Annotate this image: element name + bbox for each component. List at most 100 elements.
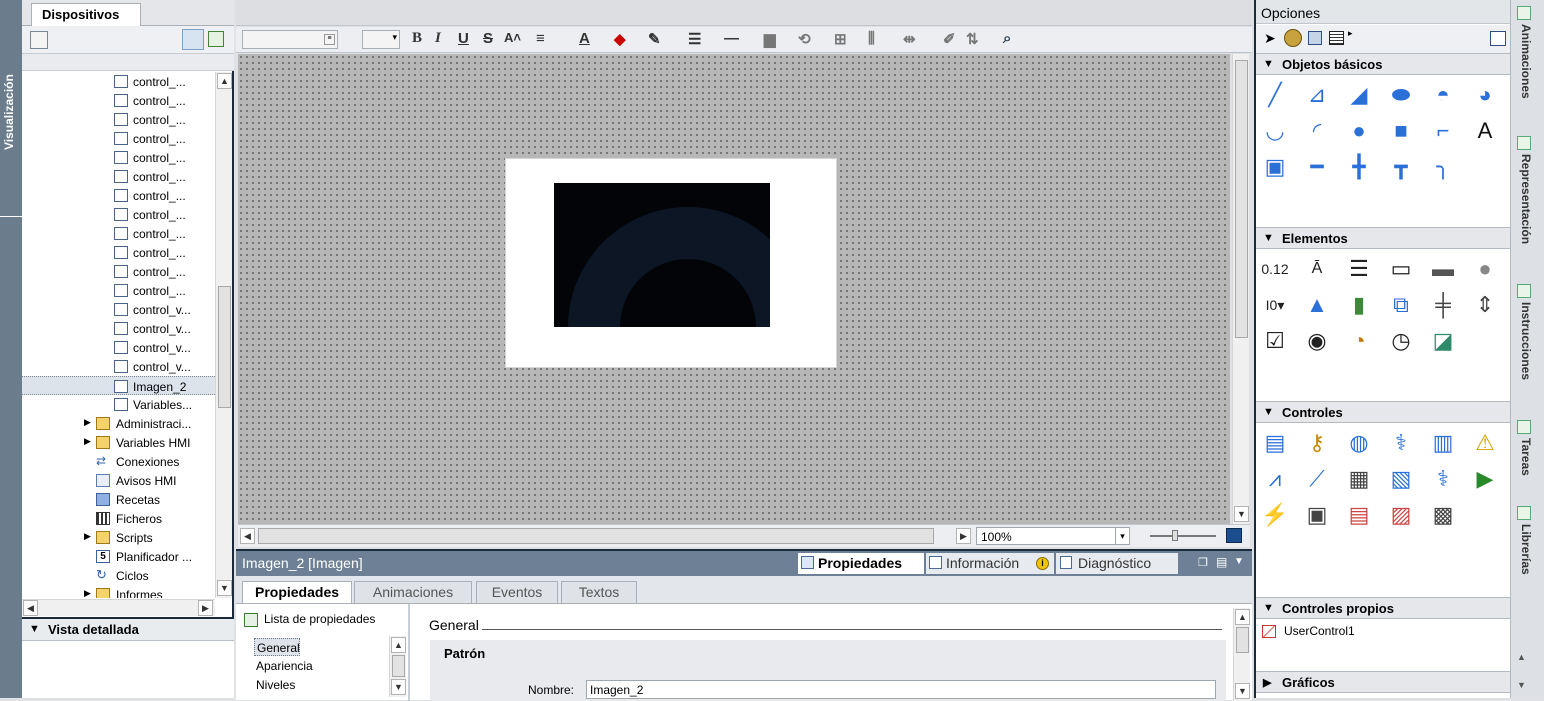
- chevron-down-icon[interactable]: ▼: [29, 623, 40, 635]
- export-icon[interactable]: [208, 31, 224, 47]
- rectangle-icon[interactable]: ■: [1386, 116, 1416, 146]
- tree-item[interactable]: control_...: [22, 262, 215, 281]
- property-list-button[interactable]: Lista de propiedades: [244, 612, 375, 627]
- expand-arrow-icon[interactable]: ▶: [84, 417, 91, 428]
- switch-icon[interactable]: I0▾: [1260, 290, 1290, 320]
- tree-folder[interactable]: ▶ Administraci...: [22, 414, 215, 433]
- screen-area[interactable]: [505, 158, 837, 368]
- scroll-thumb[interactable]: [258, 528, 934, 544]
- tab-devices[interactable]: Dispositivos: [31, 3, 141, 26]
- tree-folder[interactable]: Avisos HMI: [22, 471, 215, 490]
- table-icon[interactable]: [1329, 31, 1344, 45]
- rotate-icon[interactable]: ⟲: [798, 30, 811, 48]
- expand-arrow-icon[interactable]: ▶: [84, 436, 91, 447]
- screen-canvas[interactable]: [238, 54, 1230, 524]
- tab-libraries-card[interactable]: Librerías: [1519, 524, 1533, 575]
- trend-view-icon[interactable]: ⟋: [1302, 464, 1332, 494]
- polygon-icon[interactable]: ◢: [1344, 80, 1374, 110]
- menu-arrow-icon[interactable]: ▸: [1348, 28, 1353, 39]
- scroll-down-icon[interactable]: ▼: [1517, 680, 1526, 690]
- sm-viewer-icon[interactable]: ▣: [1302, 500, 1332, 530]
- center-icon[interactable]: ⊞: [834, 30, 847, 48]
- line-style-icon[interactable]: —: [724, 30, 739, 47]
- recipe-view-icon[interactable]: ▤: [1344, 500, 1374, 530]
- detail-view-header[interactable]: ▼ Vista detallada: [22, 619, 234, 641]
- tree-item[interactable]: control_...: [22, 91, 215, 110]
- chevron-down-icon[interactable]: ▼: [1263, 602, 1274, 614]
- scroll-thumb[interactable]: [1236, 627, 1249, 653]
- ellipse-icon[interactable]: ⬬: [1386, 80, 1416, 110]
- fit-screen-icon[interactable]: [1226, 528, 1242, 543]
- zoom-icon[interactable]: ⌕: [1003, 30, 1011, 47]
- tree-folder[interactable]: Ficheros: [22, 509, 215, 528]
- nav-appearance[interactable]: Apariencia: [256, 659, 313, 673]
- symbol-library-icon[interactable]: ⧉: [1386, 290, 1416, 320]
- scroll-up-icon[interactable]: ▲: [1235, 609, 1250, 625]
- tree-item[interactable]: control_v...: [22, 300, 215, 319]
- table-view-icon[interactable]: ▦: [1344, 464, 1374, 494]
- bar-icon[interactable]: ▮: [1344, 290, 1374, 320]
- status-force-icon[interactable]: ⚕: [1428, 464, 1458, 494]
- double-t-piece-icon[interactable]: ╋: [1344, 152, 1374, 182]
- line-color-icon[interactable]: ✎: [648, 30, 661, 48]
- zoom-slider-handle[interactable]: [1172, 530, 1178, 541]
- media-play-icon[interactable]: ▶: [1470, 464, 1500, 494]
- tree-item[interactable]: control_...: [22, 281, 215, 300]
- list-box-icon[interactable]: ☰: [1344, 254, 1374, 284]
- scroll-up-icon[interactable]: ▲: [1517, 652, 1526, 662]
- tab-instructions-card[interactable]: Instrucciones: [1519, 302, 1533, 380]
- chevron-right-icon[interactable]: ▶: [1263, 676, 1271, 689]
- section-elements[interactable]: ▼ Elementos: [1256, 227, 1512, 249]
- tree-folder[interactable]: ↻ Ciclos: [22, 566, 215, 585]
- tasks-icon[interactable]: [1517, 420, 1531, 434]
- tab-diagnostics-header[interactable]: Diagnóstico: [1056, 553, 1178, 574]
- tree-folder[interactable]: ▶ Variables HMI: [22, 433, 215, 452]
- panel-layout-icon[interactable]: [1490, 31, 1506, 46]
- tab-properties-header[interactable]: Propiedades: [798, 553, 924, 574]
- diagnostics-view-icon[interactable]: ⚕: [1386, 428, 1416, 458]
- gauge-icon[interactable]: ◔: [1344, 326, 1374, 356]
- text-field-icon[interactable]: A: [1470, 116, 1500, 146]
- section-basic-objects[interactable]: ▼ Objetos básicos: [1256, 53, 1512, 75]
- combo-box-icon[interactable]: ▭: [1386, 254, 1416, 284]
- same-size-icon[interactable]: ⇹: [903, 30, 916, 48]
- scroll-up-icon[interactable]: ▲: [217, 73, 232, 89]
- circle-icon[interactable]: ●: [1344, 116, 1374, 146]
- representation-icon[interactable]: [1517, 136, 1531, 150]
- media-player-icon[interactable]: ▥: [1428, 428, 1458, 458]
- scroll-down-icon[interactable]: ▼: [217, 580, 232, 596]
- scroll-right-icon[interactable]: ▶: [198, 600, 213, 616]
- tree-folder[interactable]: Recetas: [22, 490, 215, 509]
- tree-item[interactable]: control_...: [22, 72, 215, 91]
- tree-folder[interactable]: ▶ Informes: [22, 585, 215, 598]
- f-x-trend-icon[interactable]: ⩘: [1260, 464, 1290, 494]
- visualization-side-tab[interactable]: Visualización: [0, 0, 22, 698]
- tree-folder[interactable]: ▶ Scripts: [22, 528, 215, 547]
- zoom-slider[interactable]: [1150, 530, 1216, 541]
- name-input[interactable]: Imagen_2: [586, 680, 1216, 699]
- alarm-view-icon[interactable]: ⚠: [1470, 428, 1500, 458]
- memory-space-view-icon[interactable]: ◪: [1428, 326, 1458, 356]
- user-icon[interactable]: [1284, 29, 1302, 47]
- scroll-down-icon[interactable]: ▼: [1235, 683, 1250, 699]
- user-view-icon[interactable]: ⚷: [1302, 428, 1332, 458]
- plc-code-viewer-icon[interactable]: ⚡: [1260, 500, 1290, 530]
- tree-item[interactable]: control_...: [22, 186, 215, 205]
- scroll-thumb[interactable]: [1235, 60, 1248, 338]
- tab-tasks-card[interactable]: Tareas: [1519, 438, 1533, 476]
- tree-horizontal-scrollbar[interactable]: ◀ ▶: [22, 599, 215, 616]
- cursor-icon[interactable]: ➤: [1264, 30, 1276, 47]
- zoom-select[interactable]: 100% ▾: [976, 527, 1130, 545]
- tab-properties[interactable]: Propiedades: [242, 581, 352, 603]
- symbolic-io-field-icon[interactable]: Ā: [1302, 254, 1332, 284]
- pipe-bend-icon[interactable]: ╮: [1428, 152, 1458, 182]
- browser-icon[interactable]: ◍: [1344, 428, 1374, 458]
- line-icon[interactable]: ╱: [1260, 80, 1290, 110]
- section-user-controls[interactable]: ▼ Controles propios: [1256, 597, 1512, 619]
- tree-item[interactable]: control_...: [22, 110, 215, 129]
- layer-icon[interactable]: ⇅: [966, 30, 979, 48]
- line-width-icon[interactable]: ☰: [688, 30, 701, 48]
- t-piece-icon[interactable]: ┳: [1386, 152, 1416, 182]
- scroll-down-icon[interactable]: ▼: [1234, 506, 1249, 522]
- scroll-down-icon[interactable]: ▼: [391, 679, 406, 695]
